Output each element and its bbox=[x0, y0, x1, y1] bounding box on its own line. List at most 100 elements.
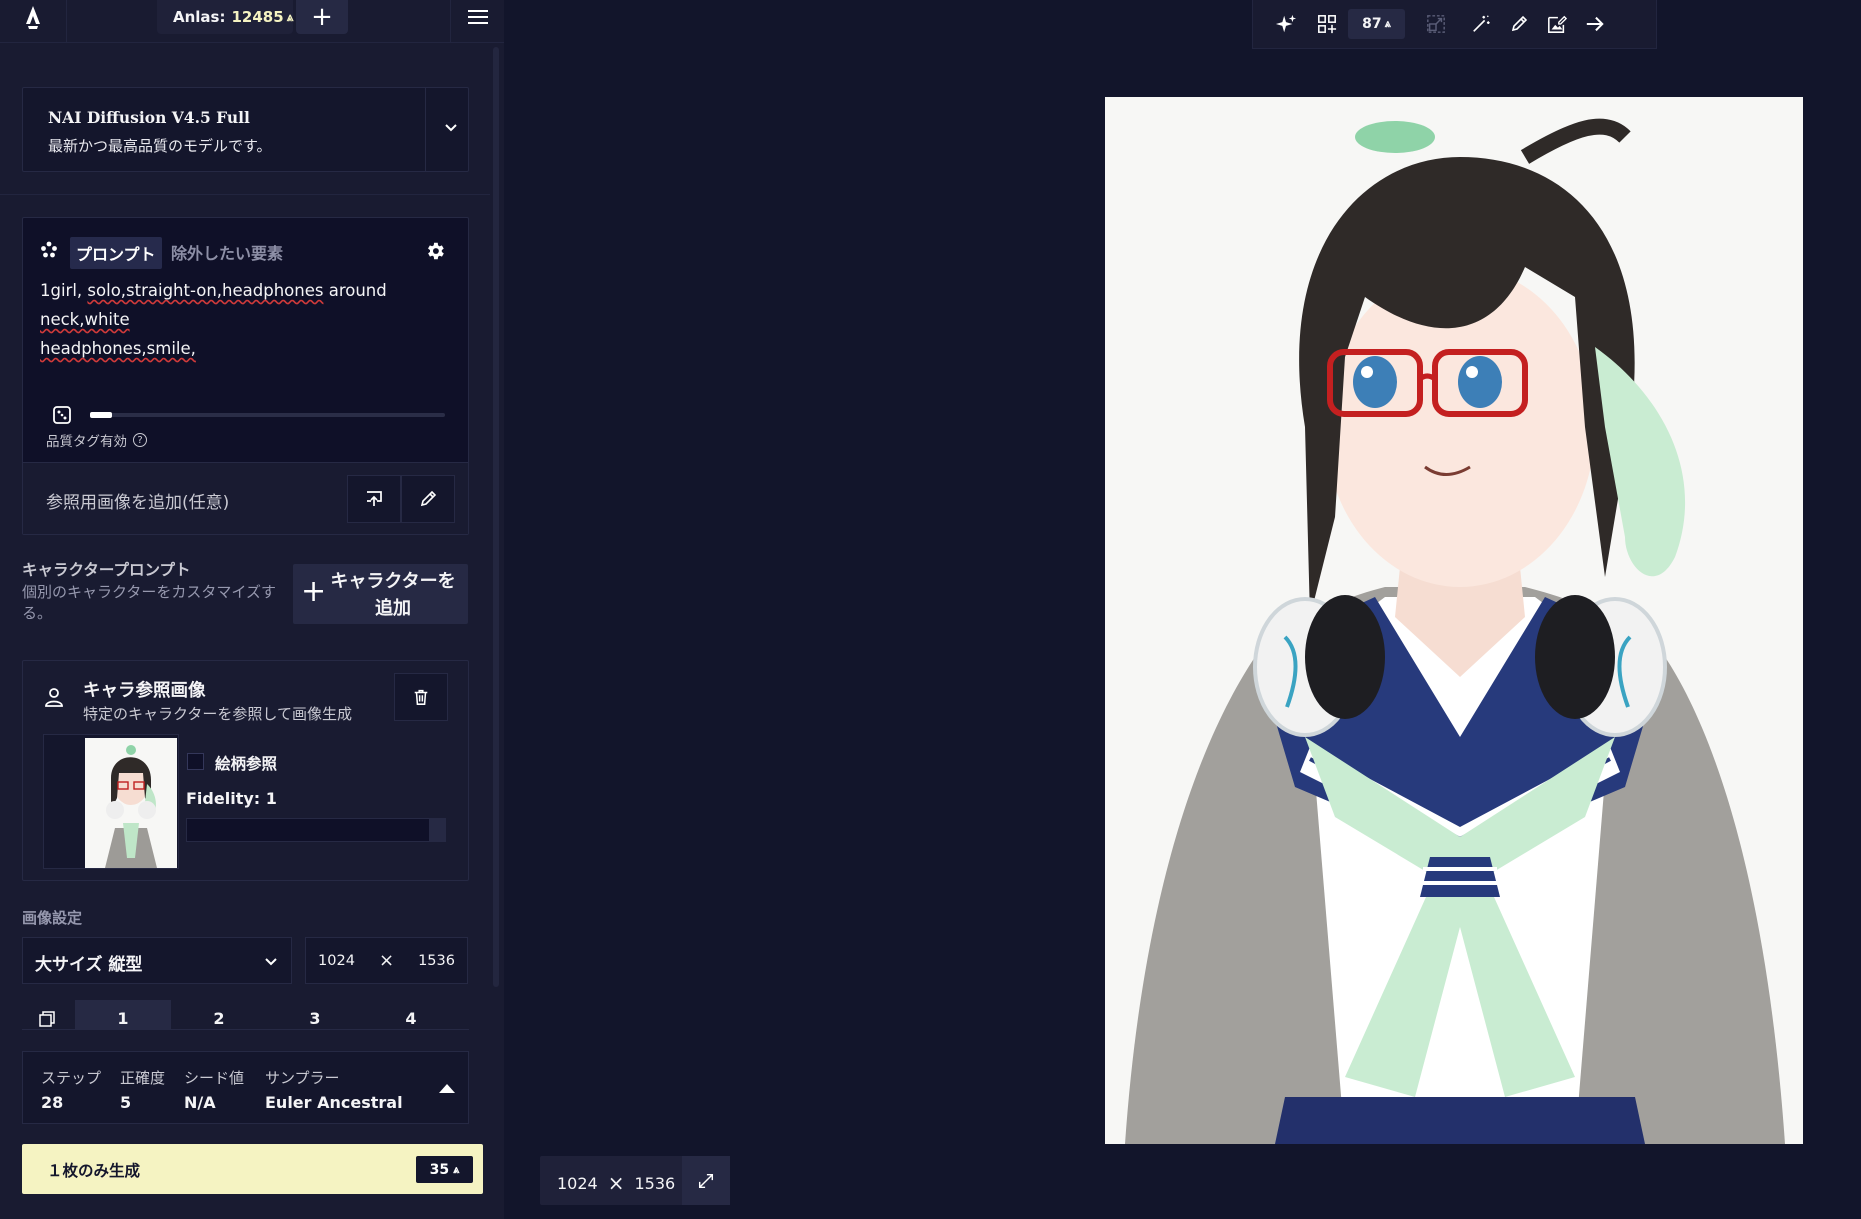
toolbar-count: 87 bbox=[1362, 16, 1382, 32]
batch-option-4[interactable]: 4 bbox=[363, 1000, 459, 1030]
guidance-param: 正確度 5 bbox=[120, 1067, 165, 1112]
magic-wand-icon[interactable] bbox=[1468, 11, 1494, 37]
model-name: NAI Diffusion V4.5 Full bbox=[48, 108, 250, 127]
arrow-right-icon[interactable] bbox=[1582, 11, 1608, 37]
person-icon bbox=[43, 686, 65, 708]
reference-image-row: 参照用画像を追加(任意) bbox=[23, 462, 468, 534]
character-prompt-title: キャラクタープロンプト bbox=[22, 561, 191, 579]
section-divider bbox=[0, 194, 490, 195]
generate-button[interactable]: １枚のみ生成 35 ⩓ bbox=[22, 1144, 483, 1194]
help-icon[interactable]: ? bbox=[133, 433, 147, 447]
expand-icon[interactable] bbox=[682, 1156, 730, 1205]
trash-icon bbox=[414, 689, 428, 705]
variations-grid-icon[interactable] bbox=[1314, 11, 1340, 37]
upload-icon bbox=[367, 491, 382, 506]
image-size-select[interactable]: 大サイズ 縦型 bbox=[22, 937, 292, 984]
draw-reference-button[interactable] bbox=[401, 475, 455, 523]
fidelity-slider[interactable] bbox=[186, 818, 446, 842]
batch-option-1[interactable]: 1 bbox=[75, 1000, 171, 1030]
generation-parameters[interactable]: ステップ 28 正確度 5 シード値 N/A サンプラー Euler Ances… bbox=[22, 1051, 469, 1124]
pencil-icon[interactable] bbox=[1506, 11, 1532, 37]
anlas-balance[interactable]: Anlas: 12485 ⩓ bbox=[157, 0, 293, 34]
caret-up-icon[interactable] bbox=[439, 1084, 455, 1093]
image-edit-icon[interactable] bbox=[1544, 11, 1570, 37]
anlas-label: Anlas: bbox=[173, 8, 226, 26]
upscale-icon[interactable] bbox=[1423, 11, 1449, 37]
dice-icon[interactable] bbox=[53, 406, 71, 424]
seed-param: シード値 N/A bbox=[184, 1067, 244, 1112]
character-prompt-description: 個別のキャラクターをカスタマイズする。 bbox=[22, 583, 276, 622]
model-selector[interactable]: NAI Diffusion V4.5 Full 最新かつ最高品質のモデルです。 bbox=[22, 87, 469, 172]
width-input[interactable]: 1024 bbox=[318, 953, 355, 969]
prompt-strength-fill bbox=[90, 412, 112, 418]
sidebar: Anlas: 12485 ⩓ + NAI Diffusion V4.5 Full… bbox=[0, 0, 504, 1219]
reference-thumbnail[interactable] bbox=[43, 734, 179, 869]
delete-reference-button[interactable] bbox=[394, 673, 448, 721]
model-description: 最新かつ最高品質のモデルです。 bbox=[48, 137, 272, 155]
prompt-token: headphones,smile, bbox=[40, 339, 196, 358]
anlas-icon: ⩓ bbox=[1384, 17, 1391, 30]
image-settings-title: 画像設定 bbox=[22, 909, 83, 927]
sampler-param: サンプラー Euler Ancestral bbox=[265, 1067, 403, 1112]
add-character-button[interactable]: + キャラクターを追加 bbox=[293, 564, 468, 624]
batch-option-2[interactable]: 2 bbox=[171, 1000, 267, 1030]
prompt-token: 1girl, bbox=[40, 281, 88, 300]
novelai-logo-icon[interactable] bbox=[19, 4, 47, 32]
fidelity-label: Fidelity: 1 bbox=[186, 789, 277, 808]
prompt-token: solo,straight-on,headphones bbox=[87, 281, 324, 300]
enhance-sparkle-icon[interactable] bbox=[1273, 11, 1299, 37]
sidebar-scrollbar[interactable] bbox=[493, 47, 499, 987]
copies-icon bbox=[38, 1010, 56, 1028]
seed-value: N/A bbox=[184, 1093, 216, 1112]
times-icon: × bbox=[607, 1171, 625, 1195]
batch-option-3[interactable]: 3 bbox=[267, 1000, 363, 1030]
style-reference-label: 絵柄参照 bbox=[215, 755, 278, 773]
style-reference-checkbox[interactable] bbox=[187, 753, 204, 770]
prompt-strength-slider[interactable] bbox=[90, 413, 445, 417]
generate-cost-value: 35 bbox=[429, 1161, 450, 1178]
reference-thumbnail-image bbox=[85, 738, 177, 868]
quality-tags-label: 品質タグ有効 bbox=[46, 434, 127, 450]
output-dimensions: 1024 × 1536 bbox=[540, 1156, 730, 1205]
prompt-token: neck,white bbox=[40, 310, 130, 329]
anlas-icon: ⩓ bbox=[453, 1162, 460, 1176]
tab-negative-prompt[interactable]: 除外したい要素 bbox=[171, 240, 283, 264]
add-reference-label: 参照用画像を追加(任意) bbox=[46, 493, 230, 513]
sampler-value: Euler Ancestral bbox=[265, 1093, 403, 1112]
steps-param: ステップ 28 bbox=[41, 1067, 101, 1112]
anlas-icon: ⩓ bbox=[286, 9, 294, 24]
times-icon: × bbox=[378, 950, 395, 971]
quality-tags-toggle[interactable]: 品質タグ有効 ? bbox=[46, 430, 147, 450]
generate-cost: 35 ⩓ bbox=[416, 1156, 473, 1183]
topbar-divider bbox=[450, 0, 451, 43]
image-size-value: 大サイズ 縦型 bbox=[35, 955, 143, 975]
guidance-label: 正確度 bbox=[120, 1069, 166, 1087]
anlas-value: 12485 bbox=[231, 8, 284, 26]
sparkle-icon bbox=[39, 240, 59, 260]
model-divider bbox=[425, 88, 426, 171]
prompt-token: around bbox=[323, 281, 387, 300]
upscale-cost[interactable]: 87 ⩓ bbox=[1348, 9, 1405, 39]
add-character-label: キャラクターを追加 bbox=[330, 571, 456, 619]
tab-prompt[interactable]: プロンプト bbox=[70, 237, 162, 269]
image-toolbar: 87 ⩓ bbox=[1252, 0, 1657, 49]
height-input[interactable]: 1536 bbox=[418, 953, 455, 969]
gear-icon[interactable] bbox=[424, 240, 446, 262]
chevron-down-icon bbox=[263, 954, 279, 970]
seed-label: シード値 bbox=[184, 1069, 245, 1087]
steps-value: 28 bbox=[41, 1093, 64, 1112]
add-anlas-button[interactable]: + bbox=[296, 0, 348, 34]
fidelity-slider-handle[interactable] bbox=[429, 818, 446, 842]
chevron-down-icon[interactable] bbox=[443, 120, 459, 136]
batch-count-selector: 1 2 3 4 bbox=[22, 1000, 469, 1030]
hamburger-menu-icon[interactable] bbox=[464, 6, 492, 28]
character-reference-title: キャラ参照画像 bbox=[83, 681, 206, 701]
sidebar-topbar: Anlas: 12485 ⩓ + bbox=[0, 0, 504, 43]
dimensions-input[interactable]: 1024 × 1536 bbox=[305, 937, 468, 984]
character-reference-subtitle: 特定のキャラクターを参照して画像生成 bbox=[83, 705, 352, 723]
generated-image[interactable] bbox=[1105, 97, 1803, 1144]
prompt-input[interactable]: 1girl, solo,straight-on,headphones aroun… bbox=[40, 276, 455, 363]
guidance-value: 5 bbox=[120, 1093, 132, 1112]
output-width: 1024 bbox=[557, 1173, 598, 1193]
upload-reference-button[interactable] bbox=[347, 475, 401, 523]
